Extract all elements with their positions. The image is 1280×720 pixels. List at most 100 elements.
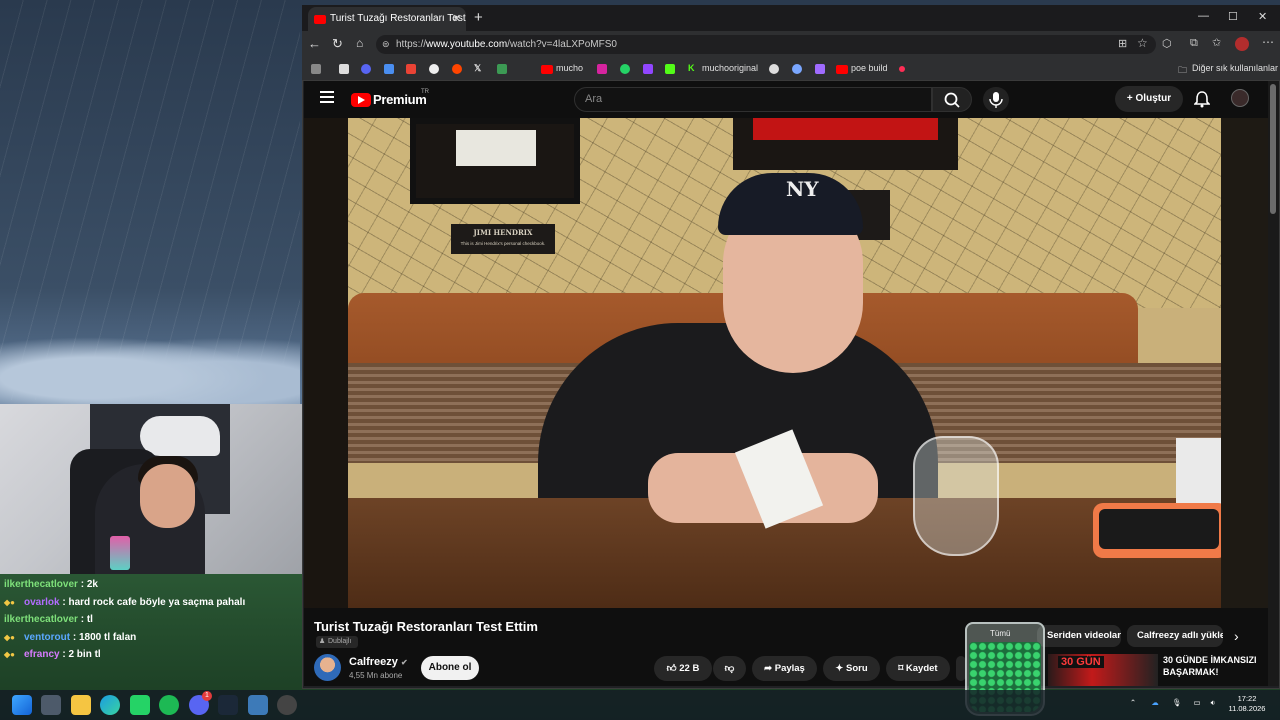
drink-can [110, 536, 130, 570]
other-bookmarks[interactable]: Diğer sık kullanılanlar [1192, 63, 1278, 73]
bookmark-poe-build[interactable]: poe build [851, 63, 888, 73]
whatsapp-taskbar-icon[interactable] [130, 695, 150, 715]
discord-taskbar-icon[interactable]: 1 [189, 691, 212, 715]
translate-icon[interactable] [384, 64, 394, 74]
kick-icon-small[interactable] [665, 64, 675, 74]
tray-chevron-icon[interactable]: ⌃ [1128, 698, 1138, 708]
bookmark-mucho[interactable]: mucho [556, 63, 583, 73]
bookmark-muchooriginal[interactable]: muchooriginal [702, 63, 758, 73]
app-icon[interactable] [248, 695, 268, 715]
mic-tray-icon[interactable]: 🎙︎ [1172, 698, 1182, 708]
google-icon[interactable] [429, 64, 439, 74]
spotify-icon[interactable] [159, 695, 179, 715]
collections-icon[interactable]: ✩ [1212, 36, 1221, 49]
twitch-icon[interactable] [643, 64, 653, 74]
share-button[interactable]: ➦ Paylaş [752, 656, 817, 681]
premium-text: Premium [373, 92, 427, 107]
calculator-icon[interactable] [41, 695, 61, 715]
site-info-icon[interactable]: ⊜ [382, 35, 390, 54]
chip-all[interactable]: Tümü [990, 629, 1010, 638]
edge-icon[interactable] [100, 695, 120, 715]
chat-username[interactable]: ventorout [24, 632, 70, 643]
verified-icon: ✔ [400, 658, 408, 667]
new-tab-icon[interactable]: + [474, 9, 483, 26]
streamer-face [140, 464, 195, 528]
save-button[interactable]: ⌑ Kaydet [886, 656, 950, 681]
chevron-right-icon[interactable]: › [1234, 628, 1239, 644]
maximize-icon[interactable]: ☐ [1228, 10, 1238, 23]
bookmark-icon-2[interactable] [339, 64, 349, 74]
channel-name[interactable]: Calfreezy ✔ [349, 656, 408, 668]
tab-youtube[interactable]: Turist Tuzağı Restoranları Test Ettim [308, 7, 466, 31]
favorite-star-icon[interactable]: ☆ [1137, 36, 1148, 50]
plus-icon: + [1126, 93, 1136, 104]
dubbed-badge: ♟ Dublajlı [316, 636, 358, 648]
discord-icon[interactable] [361, 64, 371, 74]
network-icon[interactable]: ▭ [1192, 698, 1202, 708]
chat-text: 2k [86, 579, 98, 590]
whatsapp-icon[interactable] [620, 64, 630, 74]
instagram-icon[interactable] [597, 64, 607, 74]
onedrive-icon[interactable]: ☁ [1150, 698, 1160, 708]
dislike-button[interactable]: 👎︎ [713, 656, 746, 681]
create-label: Oluştur [1135, 93, 1172, 104]
search-input[interactable]: Ara [574, 87, 932, 112]
chat-username[interactable]: ilkerthecatlover [4, 579, 78, 590]
ask-button[interactable]: ✦ Soru [823, 656, 880, 681]
chat-username[interactable]: ilkerthecatlover [4, 614, 78, 625]
volume-icon[interactable]: 🔉︎ [1208, 698, 1218, 708]
x-icon[interactable]: 𝕏 [474, 63, 481, 74]
back-icon[interactable]: ← [308, 36, 321, 51]
bookmarks-bar [302, 57, 1280, 81]
file-explorer-icon[interactable] [71, 695, 91, 715]
notifications-bell-icon[interactable] [1194, 90, 1210, 108]
minimize-icon[interactable]: — [1198, 10, 1209, 22]
scrollbar-thumb[interactable] [1270, 84, 1276, 214]
chat-username[interactable]: efrancy [24, 649, 60, 660]
recommended-thumbnail[interactable]: 30 GÜN [1048, 654, 1158, 686]
steam-icon[interactable] [218, 695, 238, 715]
thumbs-down-icon: 👎︎ [724, 663, 735, 674]
address-input[interactable]: ⊜ https://www.youtube.com/watch?v=4laLXP… [376, 35, 1156, 54]
bookmark-icon-1[interactable] [311, 64, 321, 74]
clock[interactable]: 17:22 11.08.2026 [1226, 694, 1268, 714]
bookmark-icon-pen[interactable] [815, 64, 825, 74]
recommended-title[interactable]: 30 GÜNDE İMKANSIZI BAŞARMAK! [1163, 654, 1263, 678]
video-player[interactable]: JIMI HENDRIX This is Jimi Hendrix's perso… [348, 118, 1221, 608]
reading-view-icon[interactable]: ⊞ [1118, 37, 1127, 50]
voice-search-button[interactable] [983, 87, 1009, 112]
url-prefix: https:// [396, 39, 427, 50]
tab-close-icon[interactable]: ✕ [452, 12, 461, 25]
bookmark-icon-globe[interactable] [792, 64, 802, 74]
start-icon[interactable] [12, 695, 32, 715]
bookmark-icon-flag[interactable] [497, 64, 507, 74]
reddit-icon[interactable] [452, 64, 462, 74]
chat-username[interactable]: ovarlok [24, 597, 60, 608]
share-icon: ➦ [764, 663, 775, 674]
split-screen-icon[interactable]: ⧉ [1190, 37, 1198, 50]
chip-series-videos[interactable]: Seriden videolar [1037, 625, 1121, 647]
search-button[interactable] [932, 87, 972, 112]
youtube-icon-2 [836, 65, 848, 74]
profile-avatar[interactable] [1235, 37, 1249, 51]
like-button[interactable]: 👍︎ 22 B [654, 656, 712, 681]
plaque-title: JIMI HENDRIX [473, 228, 533, 237]
extensions-icon[interactable]: ⬡ [1162, 37, 1172, 50]
chatgpt-icon[interactable] [769, 64, 779, 74]
obs-icon[interactable] [277, 695, 297, 715]
gmail-icon[interactable] [406, 64, 416, 74]
bookmark-icon-red[interactable] [899, 66, 905, 72]
hamburger-menu-icon[interactable] [320, 91, 334, 103]
stream-chat: ilkerthecatlover : 2k ◆● ovarlok : hard ro… [0, 576, 302, 668]
channel-avatar[interactable] [314, 654, 341, 681]
subscribe-button[interactable]: Abone ol [421, 656, 479, 680]
clock-time: 17:22 [1237, 694, 1257, 703]
more-menu-icon[interactable]: ⋯ [1262, 35, 1274, 49]
chip-channel-uploads[interactable]: Calfreezy adlı yükle [1127, 625, 1223, 647]
create-button[interactable]: + Oluştur [1115, 86, 1183, 112]
plaque-subtitle: This is Jimi Hendrix's personal checkboo… [460, 241, 546, 246]
window-close-icon[interactable]: ✕ [1258, 10, 1267, 23]
home-icon[interactable]: ⌂ [356, 36, 363, 50]
refresh-icon[interactable]: ↻ [332, 36, 343, 52]
account-avatar[interactable] [1231, 89, 1249, 107]
